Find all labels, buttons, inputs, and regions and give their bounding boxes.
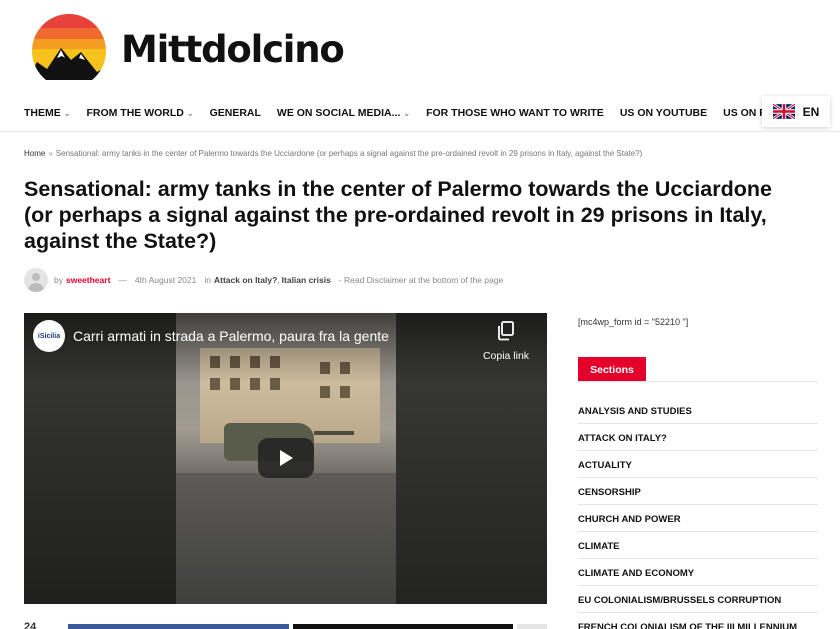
copy-link-button[interactable]: Copia link [480,321,532,362]
nav-item-general[interactable]: GENERAL [210,107,261,119]
nav-item-label: FOR THOSE WHO WANT TO WRITE [426,107,604,119]
in-label: in [204,275,211,285]
play-icon [280,450,293,466]
section-link[interactable]: ANALYSIS AND STUDIES [578,397,818,424]
section-link[interactable]: CLIMATE AND ECONOMY [578,559,818,586]
meta-dash: — [118,275,127,285]
share-facebook-button[interactable] [68,624,289,629]
nav-item-from-the-world[interactable]: FROM THE WORLD ⌄ [86,107,193,119]
video-tank-gun [314,431,354,435]
nav-item-label: WE ON SOCIAL MEDIA... [276,107,401,119]
newsletter-form-shortcode: [mc4wp_form id = "52210 "] [578,317,689,327]
category-link-italian-crisis[interactable]: Italian crisis [282,275,331,285]
section-link[interactable]: CENSORSHIP [578,478,818,505]
main-nav: THEME ⌄ FROM THE WORLD ⌄ GENERAL WE ON SOC… [24,104,820,122]
section-link[interactable]: FRENCH COLONIALISM OF THE III MILLENNIUM [578,613,818,629]
breadcrumb-current: Sensational: army tanks in the center of… [55,149,643,158]
video-title[interactable]: Carri armati in strada a Palermo, paura … [73,328,389,344]
section-link[interactable]: CHURCH AND POWER [578,505,818,532]
section-link[interactable]: CLIMATE [578,532,818,559]
uk-flag-icon [772,104,795,119]
section-link[interactable]: ACTUALITY [578,451,818,478]
video-road [176,473,396,604]
share-count: 24 [24,621,37,629]
section-link[interactable]: ATTACK ON ITALY? [578,424,818,451]
nav-item-youtube[interactable]: US ON YOUTUBE [620,107,707,119]
language-label: EN [802,104,820,119]
chevron-down-icon: ⌄ [63,108,71,118]
site-name: Mittdolcino [121,27,345,71]
channel-logo[interactable]: iSicilia [33,320,65,352]
play-button[interactable] [258,438,314,478]
video-embed[interactable]: iSicilia Carri armati in strada a Palerm… [24,313,547,604]
author-link[interactable]: sweetheart [66,275,110,285]
page-title: Sensational: army tanks in the center of… [24,177,772,253]
nav-item-write[interactable]: FOR THOSE WHO WANT TO WRITE [426,107,604,119]
share-x-button[interactable] [293,624,513,629]
sections-list: ANALYSIS AND STUDIES ATTACK ON ITALY? AC… [578,397,818,629]
category-comma: , [277,275,280,285]
sections-divider [578,381,818,382]
nav-item-label: US ON YOUTUBE [619,107,708,119]
copy-link-label: Copia link [482,350,530,362]
article-meta: by sweetheart — 4th August 2021 in Attac… [24,268,503,292]
nav-item-label: FROM THE WORLD [86,107,184,119]
section-link[interactable]: EU COLONIALISM/BRUSSELS CORRUPTION [578,586,818,613]
post-date: 4th August 2021 [134,275,197,285]
breadcrumb: Home» Sensational: army tanks in the cent… [24,149,642,158]
breadcrumb-separator: » [48,149,53,158]
logo-mark-icon [32,14,106,80]
copy-link-icon [498,321,514,341]
chevron-down-icon: ⌄ [186,108,194,118]
nav-item-label: THEME [24,107,61,119]
sections-heading: Sections [578,357,646,382]
nav-divider [0,131,840,132]
share-more-button[interactable] [517,624,547,629]
video-top-shade [24,313,547,383]
nav-item-theme[interactable]: THEME ⌄ [24,107,70,119]
language-switcher[interactable]: EN [762,96,830,127]
breadcrumb-home[interactable]: Home [24,149,45,158]
chevron-down-icon: ⌄ [403,108,411,118]
disclaimer-note: - Read Disclaimer at the bottom of the p… [338,275,504,285]
site-logo[interactable]: Mittdolcino [27,14,345,80]
avatar[interactable] [24,268,48,292]
category-link-attack-on-italy[interactable]: Attack on Italy? [214,275,277,285]
by-label: by [54,275,63,285]
nav-item-social-media[interactable]: WE ON SOCIAL MEDIA... ⌄ [277,107,410,119]
nav-item-label: GENERAL [209,107,261,119]
